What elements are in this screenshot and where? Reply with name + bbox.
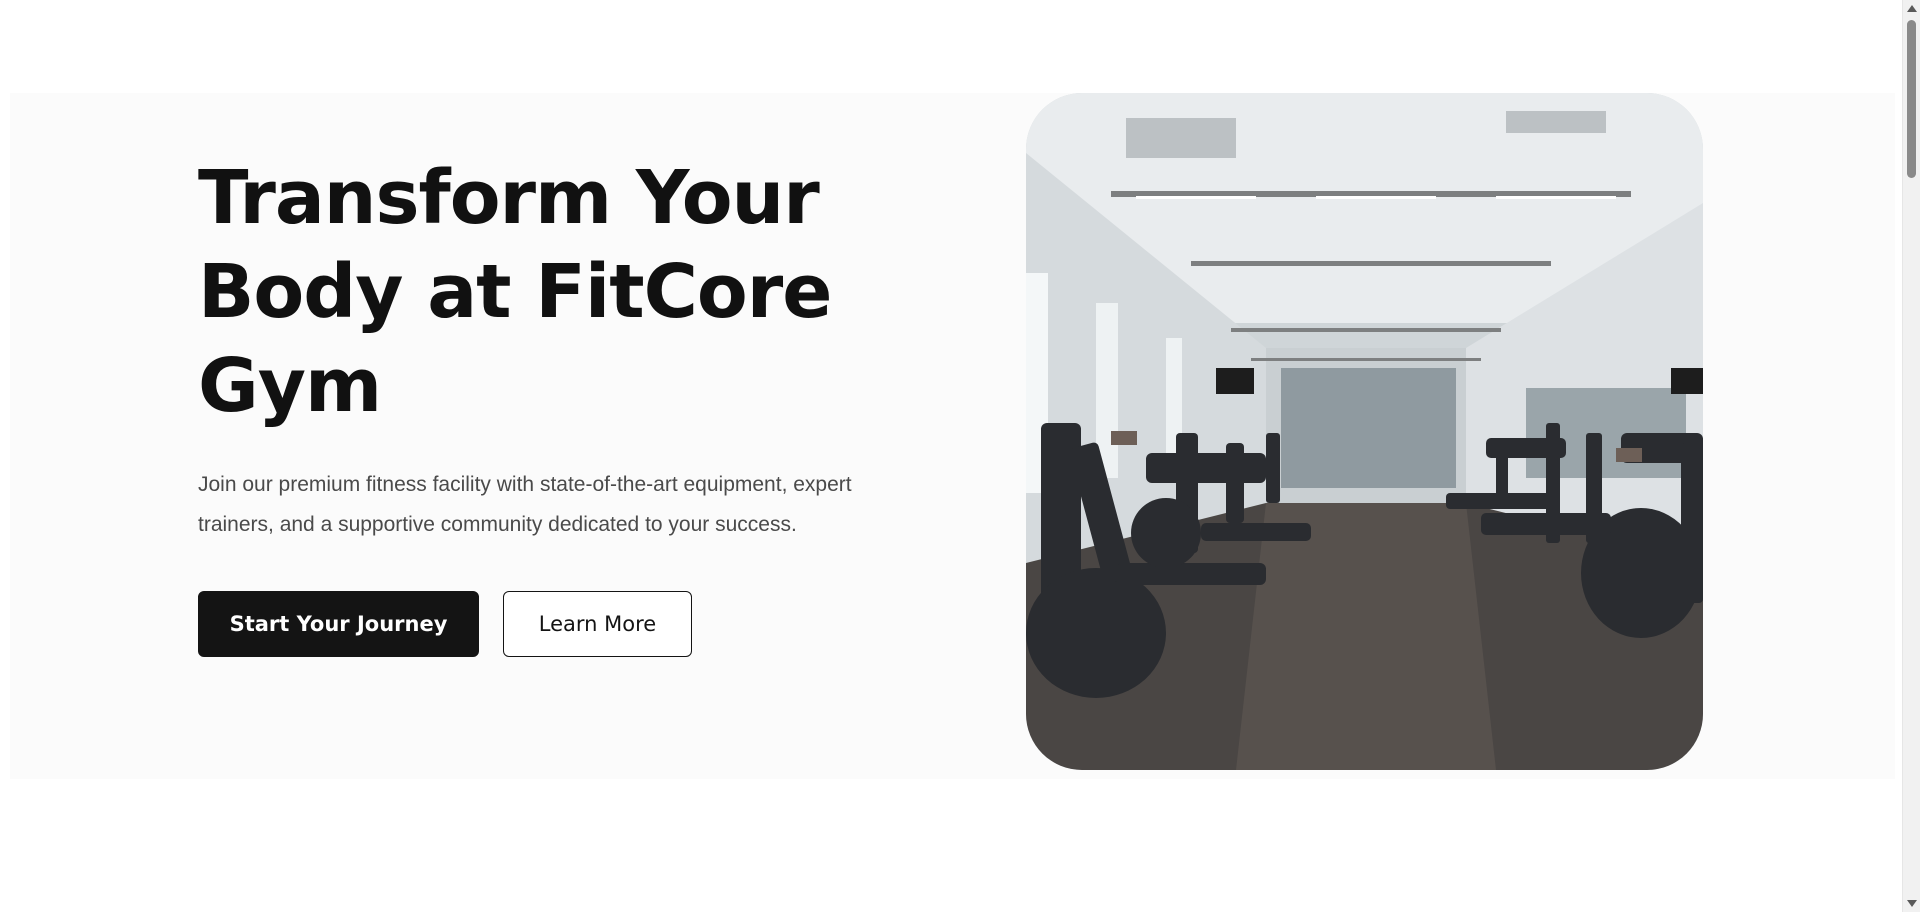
hero-title-line: Body at FitCore: [198, 249, 832, 335]
gym-interior-image: [1026, 93, 1703, 770]
scroll-down-icon[interactable]: [1907, 900, 1917, 907]
page: Transform Your Body at FitCore Gym Join …: [0, 0, 1920, 912]
hero-title-line: Transform Your: [198, 155, 820, 241]
hero-title: Transform Your Body at FitCore Gym: [198, 151, 878, 433]
vertical-scrollbar[interactable]: [1902, 0, 1920, 912]
start-journey-button[interactable]: Start Your Journey: [198, 591, 479, 657]
hero-text-block: Transform Your Body at FitCore Gym Join …: [198, 151, 878, 657]
scrollbar-thumb[interactable]: [1907, 20, 1916, 178]
hero-description: Join our premium fitness facility with s…: [198, 473, 852, 536]
gym-interior-illustration: [1026, 93, 1703, 770]
hero-title-line: Gym: [198, 343, 382, 429]
hero-section: Transform Your Body at FitCore Gym Join …: [10, 93, 1895, 779]
cta-row: Start Your Journey Learn More: [198, 591, 878, 657]
learn-more-button[interactable]: Learn More: [503, 591, 692, 657]
scroll-up-icon[interactable]: [1907, 5, 1917, 12]
